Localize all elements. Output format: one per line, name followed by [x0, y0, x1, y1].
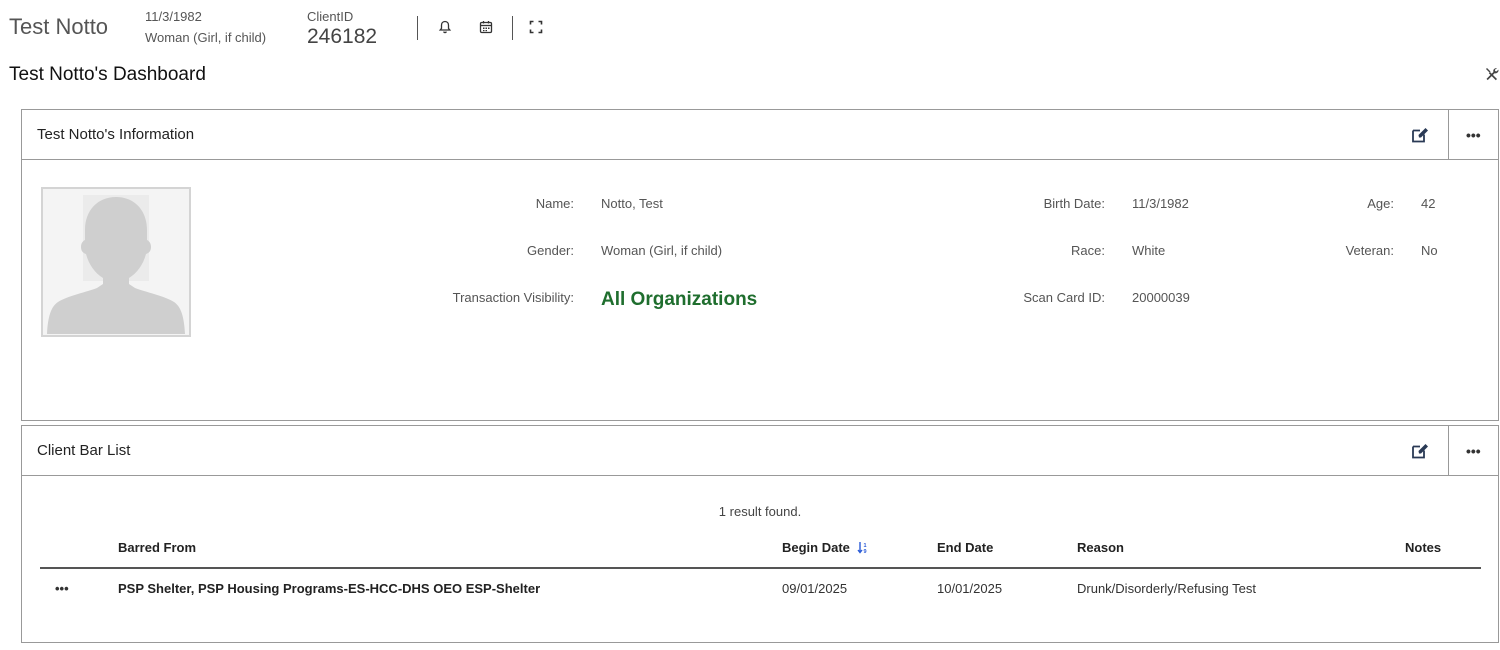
client-id-label: ClientID	[307, 9, 354, 24]
client-information-panel: Test Notto's Information ••• Name: Notto…	[21, 109, 1499, 421]
begin-date-cell: 09/01/2025	[782, 581, 848, 596]
barred-from-cell: PSP Shelter, PSP Housing Programs-ES-HCC…	[118, 581, 541, 596]
gender-value: Woman (Girl, if child)	[601, 243, 723, 258]
edit-icon[interactable]	[1410, 125, 1430, 145]
veteran-label: Veteran:	[1345, 243, 1394, 258]
birth-date-label: Birth Date:	[1043, 196, 1105, 211]
svg-text:9: 9	[863, 549, 866, 554]
row-actions-button[interactable]: •••	[55, 581, 69, 596]
column-header-reason[interactable]: Reason	[1077, 540, 1124, 555]
transaction-visibility-value: All Organizations	[601, 289, 758, 310]
panel-title: Client Bar List	[37, 442, 131, 459]
tools-icon[interactable]	[1484, 66, 1500, 82]
edit-icon[interactable]	[1410, 441, 1430, 461]
table-header-divider	[40, 567, 1481, 569]
race-value: White	[1132, 243, 1166, 258]
age-label: Age:	[1367, 196, 1394, 211]
panel-header: Client Bar List •••	[22, 426, 1498, 476]
result-count: 1 result found.	[718, 504, 802, 519]
bell-icon[interactable]	[437, 19, 453, 35]
column-header-barred-from[interactable]: Barred From	[118, 540, 196, 555]
scan-card-id-label: Scan Card ID:	[1023, 290, 1105, 305]
column-header-begin-date[interactable]: Begin Date 19	[782, 540, 869, 557]
avatar	[41, 187, 191, 337]
name-label: Name:	[535, 196, 574, 211]
birth-date-value: 11/3/1982	[1132, 196, 1189, 211]
gender-label: Gender:	[527, 243, 574, 258]
dashboard-title: Test Notto's Dashboard	[9, 64, 206, 85]
client-id: 246182	[307, 25, 378, 48]
transaction-visibility-label: Transaction Visibility:	[452, 290, 574, 305]
more-options-button[interactable]: •••	[1448, 110, 1498, 159]
scan-card-id-value: 20000039	[1132, 290, 1190, 305]
column-header-notes[interactable]: Notes	[1405, 540, 1441, 555]
client-name: Test Notto	[9, 14, 109, 39]
client-bar-list-panel: Client Bar List ••• 1 result found. Barr…	[21, 425, 1499, 643]
divider	[512, 16, 513, 40]
client-header: Test Notto 11/3/1982 Woman (Girl, if chi…	[0, 0, 1500, 56]
calendar-icon[interactable]	[478, 19, 494, 35]
panel-title: Test Notto's Information	[37, 126, 195, 143]
more-options-button[interactable]: •••	[1448, 426, 1498, 475]
panel-header: Test Notto's Information •••	[22, 110, 1498, 160]
client-gender: Woman (Girl, if child)	[145, 30, 267, 45]
column-header-label: Begin Date	[782, 540, 850, 555]
sort-icon[interactable]: 19	[856, 541, 869, 557]
end-date-cell: 10/01/2025	[937, 581, 1003, 596]
fullscreen-icon[interactable]	[528, 19, 544, 35]
column-header-end-date[interactable]: End Date	[937, 540, 993, 555]
name-value: Notto, Test	[601, 196, 663, 211]
reason-cell: Drunk/Disorderly/Refusing Test	[1077, 581, 1256, 596]
age-value: 42	[1421, 196, 1436, 211]
divider	[417, 16, 418, 40]
race-label: Race:	[1071, 243, 1105, 258]
client-birth-date: 11/3/1982	[145, 9, 202, 24]
veteran-value: No	[1421, 243, 1438, 258]
